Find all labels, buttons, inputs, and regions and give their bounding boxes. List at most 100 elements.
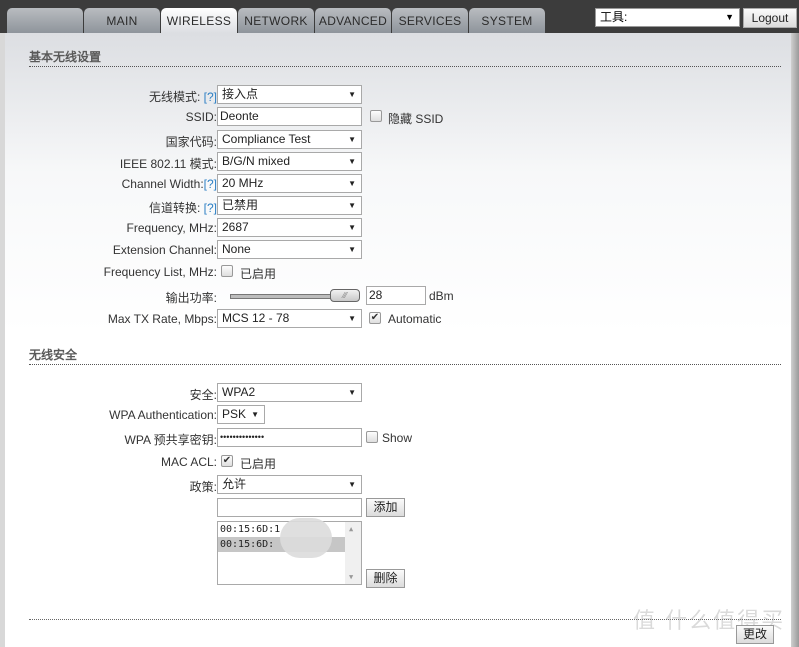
row-mac-acl: MAC ACL: ✔ 已启用	[5, 452, 791, 472]
mac-acl-enabled-label: 已启用	[240, 457, 277, 471]
scrollbar[interactable]	[791, 33, 799, 647]
mac-acl-label: MAC ACL:	[160, 455, 217, 469]
frequency-select[interactable]: 2687 ▼	[217, 218, 362, 237]
channel-shift-value: 已禁用	[222, 198, 259, 212]
security-select[interactable]: WPA2 ▼	[217, 383, 362, 402]
row-channel-shift: 信道转换: [?] 已禁用 ▼	[5, 196, 791, 216]
row-max-tx-rate: Max TX Rate, Mbps: MCS 12 - 78 ▼ ✔ Autom…	[5, 309, 791, 329]
row-ssid: SSID: Deonte 隐藏 SSID	[5, 107, 791, 127]
ieee-mode-select[interactable]: B/G/N mixed ▼	[217, 152, 362, 171]
extension-channel-select[interactable]: None ▼	[217, 240, 362, 259]
wireless-mode-label: 无线模式: [?]	[148, 90, 217, 104]
tab-wireless[interactable]: WIRELESS	[161, 8, 237, 33]
channel-width-label: Channel Width:[?]	[121, 177, 217, 191]
row-wpa-authentication: WPA Authentication: PSK ▼	[5, 405, 791, 425]
frequency-list-checkbox[interactable]	[221, 265, 233, 277]
wpa-key-label: WPA 预共享密钥:	[124, 433, 217, 447]
frequency-list-enabled-label: 已启用	[240, 267, 277, 281]
tab-system[interactable]: SYSTEM	[469, 8, 545, 33]
section-title-basic: 基本无线设置	[29, 48, 781, 67]
ieee-mode-label: IEEE 802.11 模式:	[119, 157, 217, 171]
country-code-label: 国家代码:	[165, 135, 217, 149]
tab-advanced[interactable]: ADVANCED	[315, 8, 391, 33]
change-button[interactable]: 更改	[736, 625, 774, 644]
chevron-down-icon: ▼	[348, 388, 356, 397]
max-tx-rate-label: Max TX Rate, Mbps:	[107, 312, 217, 326]
country-code-value: Compliance Test	[222, 132, 311, 146]
ssid-label: SSID:	[185, 110, 217, 124]
row-ieee-mode: IEEE 802.11 模式: B/G/N mixed ▼	[5, 152, 791, 172]
hide-ssid-label: 隐藏 SSID	[388, 112, 444, 126]
help-link[interactable]: [?]	[204, 177, 217, 191]
chevron-down-icon: ▼	[348, 90, 356, 99]
wpa-authentication-value: PSK	[222, 407, 247, 421]
help-link[interactable]: [?]	[204, 201, 217, 215]
output-power-unit: dBm	[429, 289, 454, 303]
country-code-select[interactable]: Compliance Test ▼	[217, 130, 362, 149]
frequency-value: 2687	[222, 220, 249, 234]
automatic-checkbox[interactable]: ✔	[369, 312, 381, 324]
wpa-key-input[interactable]: ••••••••••••••	[217, 428, 362, 447]
checkmark-icon: ✔	[222, 455, 232, 466]
row-channel-width: Channel Width:[?] 20 MHz ▼	[5, 174, 791, 194]
row-frequency: Frequency, MHz: 2687 ▼	[5, 218, 791, 238]
help-link[interactable]: [?]	[204, 90, 217, 104]
mac-acl-checkbox[interactable]: ✔	[221, 455, 233, 467]
show-key-checkbox[interactable]	[366, 431, 378, 443]
chevron-down-icon: ▼	[348, 179, 356, 188]
chevron-down-icon: ▼	[348, 223, 356, 232]
wireless-mode-select[interactable]: 接入点 ▼	[217, 85, 362, 104]
channel-shift-select[interactable]: 已禁用 ▼	[217, 196, 362, 215]
frequency-list-label: Frequency List, MHz:	[103, 265, 217, 279]
row-policy: 政策: 允许 ▼	[5, 475, 791, 495]
mac-address-input[interactable]	[217, 498, 362, 517]
output-power-slider-track[interactable]	[230, 294, 335, 299]
output-power-input[interactable]: 28	[366, 286, 426, 305]
delete-button[interactable]: 删除	[366, 569, 405, 588]
tab-services[interactable]: SERVICES	[392, 8, 468, 33]
row-extension-channel: Extension Channel: None ▼	[5, 240, 791, 260]
policy-label: 政策:	[189, 480, 217, 494]
row-wpa-key: WPA 预共享密钥: •••••••••••••• Show	[5, 428, 791, 448]
row-output-power: 输出功率: ⁄⁄⁄ 28 dBm	[5, 286, 791, 306]
tab-network[interactable]: NETWORK	[238, 8, 314, 33]
row-mac-add: 添加	[5, 498, 791, 518]
row-wireless-mode: 无线模式: [?] 接入点 ▼	[5, 85, 791, 105]
tab-logo[interactable]	[7, 8, 83, 33]
privacy-blur	[280, 518, 332, 558]
channel-width-select[interactable]: 20 MHz ▼	[217, 174, 362, 193]
automatic-label: Automatic	[388, 312, 442, 326]
ssid-input[interactable]: Deonte	[217, 107, 362, 126]
extension-channel-value: None	[222, 242, 251, 256]
channel-shift-label: 信道转换: [?]	[148, 201, 217, 215]
output-power-slider-thumb[interactable]: ⁄⁄⁄	[330, 289, 360, 302]
hide-ssid-checkbox[interactable]	[370, 110, 382, 122]
ieee-mode-value: B/G/N mixed	[222, 154, 291, 168]
wpa-authentication-label: WPA Authentication:	[109, 408, 217, 422]
tools-select[interactable]: 工具: ▼	[595, 8, 740, 27]
policy-value: 允许	[222, 477, 247, 491]
channel-width-value: 20 MHz	[222, 176, 264, 190]
row-country-code: 国家代码: Compliance Test ▼	[5, 130, 791, 150]
mac-list-scrollbar[interactable]: ▲ ▼	[345, 522, 361, 584]
tab-main[interactable]: MAIN	[84, 8, 160, 33]
scroll-down-icon[interactable]: ▼	[349, 573, 353, 581]
show-key-label: Show	[382, 431, 413, 445]
security-value: WPA2	[222, 385, 256, 399]
chevron-down-icon: ▼	[348, 314, 356, 323]
wireless-mode-value: 接入点	[222, 87, 259, 101]
chevron-down-icon: ▼	[348, 245, 356, 254]
chevron-down-icon: ▼	[348, 157, 356, 166]
scroll-up-icon[interactable]: ▲	[349, 525, 353, 533]
add-button[interactable]: 添加	[366, 498, 405, 517]
checkmark-icon: ✔	[370, 312, 380, 323]
policy-select[interactable]: 允许 ▼	[217, 475, 362, 494]
top-bar: MAIN WIRELESS NETWORK ADVANCED SERVICES …	[0, 0, 799, 33]
wpa-authentication-select[interactable]: PSK ▼	[217, 405, 265, 424]
logout-button[interactable]: Logout	[743, 8, 797, 28]
content-panel: 基本无线设置 无线模式: [?] 接入点 ▼ SSID: Deonte 隐藏 S…	[5, 33, 791, 647]
row-frequency-list: Frequency List, MHz: 已启用	[5, 262, 791, 282]
tools-select-value: 工具:	[600, 10, 628, 24]
chevron-down-icon: ▼	[348, 135, 356, 144]
max-tx-rate-select[interactable]: MCS 12 - 78 ▼	[217, 309, 362, 328]
